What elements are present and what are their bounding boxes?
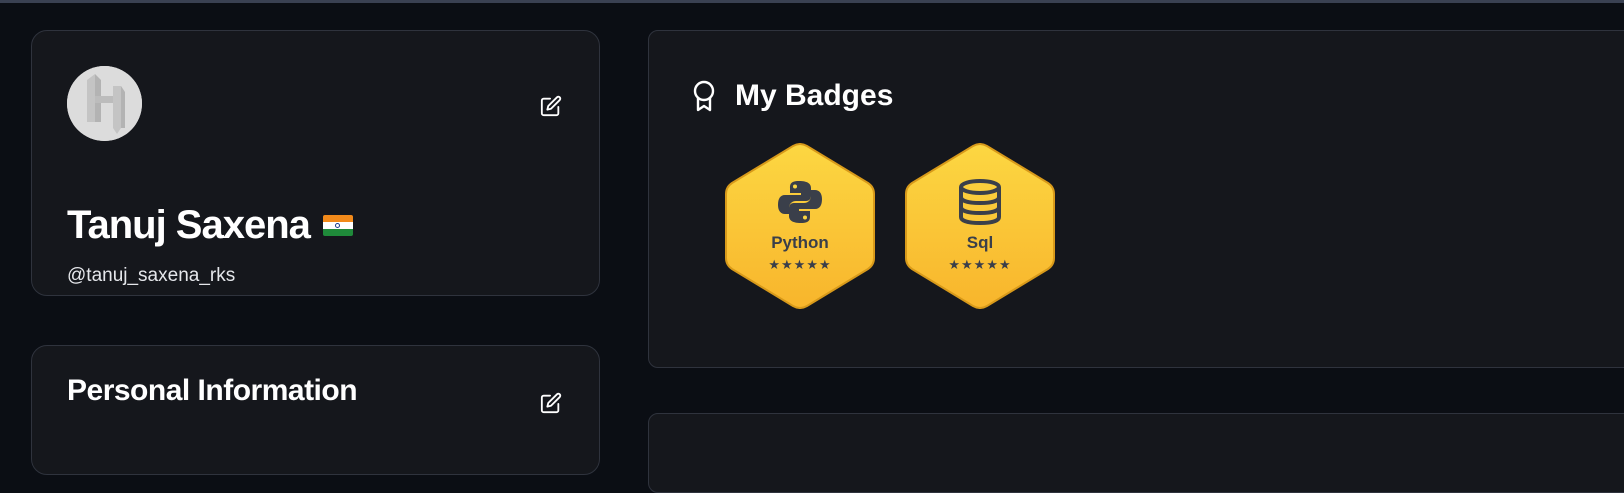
badge-sql[interactable]: Sql ★★★★★	[905, 143, 1055, 309]
avatar[interactable]	[67, 66, 142, 141]
badges-header: My Badges	[691, 79, 893, 113]
edit-profile-button[interactable]	[537, 92, 565, 120]
badge-star-rating: ★★★★★	[948, 257, 1012, 272]
badge-python[interactable]: Python ★★★★★	[725, 143, 875, 309]
top-border	[0, 0, 1624, 3]
badge-award-icon	[693, 80, 715, 112]
name-row: Tanuj Saxena	[67, 201, 353, 249]
personal-information-card: Personal Information	[31, 345, 600, 475]
badges-title: My Badges	[735, 79, 894, 112]
badge-hexagon	[905, 143, 1055, 309]
badge-hexagon	[725, 143, 875, 309]
badge-label: Python	[771, 233, 829, 252]
india-flag-icon	[322, 214, 353, 236]
python-icon	[778, 181, 822, 223]
personal-information-title: Personal Information	[67, 374, 358, 407]
profile-card: Tanuj Saxena @tanuj_saxena_rks	[31, 30, 600, 296]
edit-personal-info-button[interactable]	[537, 389, 565, 417]
h-logo-avatar-icon	[67, 66, 142, 141]
badge-label: Sql	[966, 233, 994, 252]
profile-name: Tanuj Saxena	[67, 203, 311, 247]
database-icon	[959, 179, 1001, 225]
profile-username: @tanuj_saxena_rks	[67, 265, 236, 286]
edit-icon	[540, 392, 562, 414]
edit-icon	[540, 95, 562, 117]
next-section-card	[648, 413, 1624, 493]
badge-star-rating: ★★★★★	[768, 257, 832, 272]
badges-card: My Badges Python ★★★★★ Sql ★★★★★	[648, 30, 1624, 368]
